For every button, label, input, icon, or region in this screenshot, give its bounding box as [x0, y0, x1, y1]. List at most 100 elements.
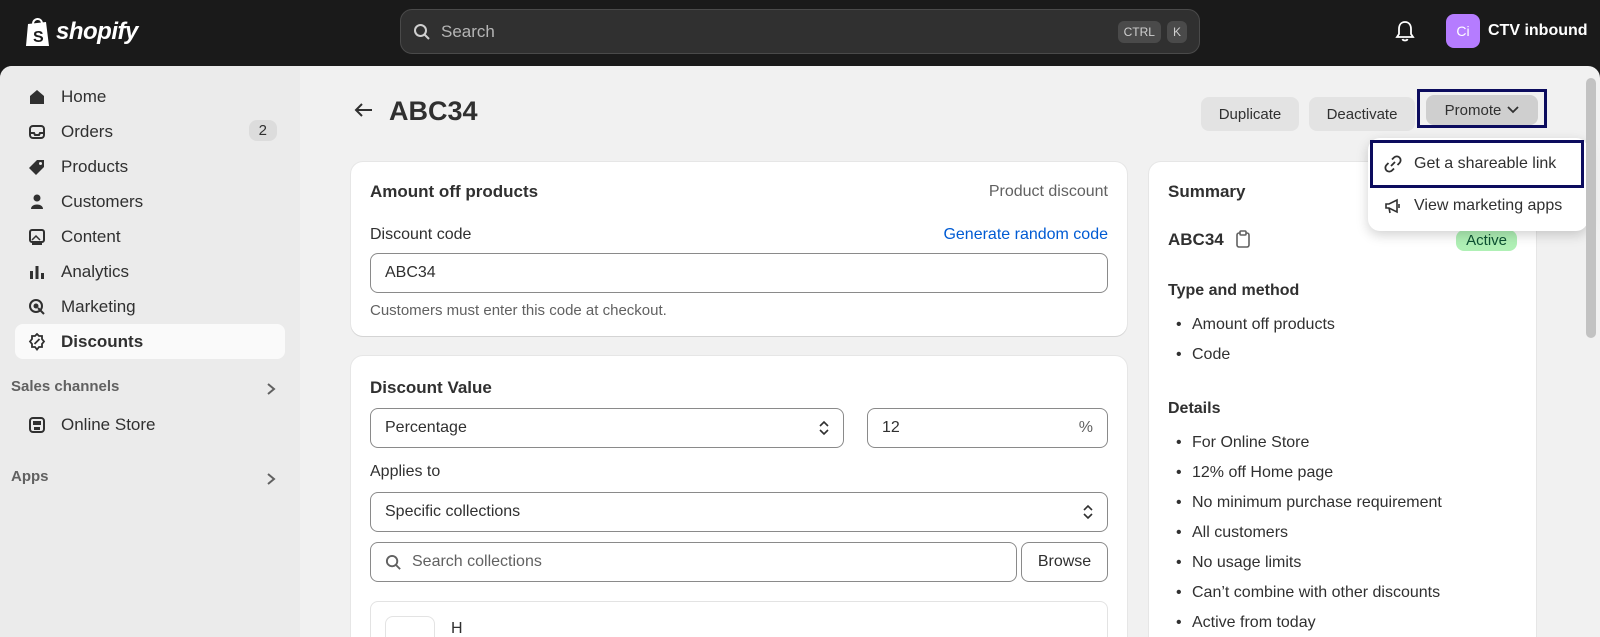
search-icon: [414, 23, 430, 40]
bell-icon: [1395, 21, 1415, 42]
sidebar-item-label: Home: [61, 86, 107, 106]
sidebar-item-discounts[interactable]: Discounts: [15, 324, 285, 359]
avatar: Ci: [1446, 14, 1480, 48]
sidebar-item-label: Analytics: [61, 261, 130, 281]
collection-list-item[interactable]: H: [370, 601, 1108, 637]
shortcut-ctrl: CTRL: [1117, 20, 1161, 43]
list-item: Code: [1168, 346, 1335, 376]
logo-wordmark: shopify: [56, 18, 138, 45]
promote-menu: Get a shareable link View marketing apps: [1368, 138, 1588, 231]
app-shell: Home Orders 2 Products Customers Content…: [0, 66, 1600, 637]
collection-thumbnail: [385, 616, 435, 637]
chevron-right-icon[interactable]: [266, 382, 276, 401]
discount-code-input[interactable]: ABC34: [370, 253, 1108, 293]
sidebar: Home Orders 2 Products Customers Content…: [0, 66, 300, 637]
orders-count-badge: 2: [248, 120, 277, 141]
browse-label: Browse: [1037, 553, 1092, 570]
select-arrows-icon: [819, 420, 829, 436]
tag-icon: [27, 157, 47, 177]
list-item: 12% off Home page: [1168, 464, 1442, 494]
sidebar-item-label: Online Store: [61, 414, 156, 434]
sidebar-item-home[interactable]: Home: [15, 79, 285, 114]
discount-icon: [27, 332, 47, 352]
search-icon: [385, 554, 401, 570]
applies-to-select[interactable]: Specific collections: [370, 492, 1108, 532]
type-and-method-list: Amount off products Code: [1168, 316, 1335, 376]
menu-item-shareable-link[interactable]: Get a shareable link: [1368, 143, 1588, 185]
summary-title: Summary: [1168, 182, 1246, 201]
link-icon: [1384, 155, 1402, 173]
status-badge: Active: [1456, 230, 1517, 251]
sidebar-item-label: Marketing: [61, 296, 136, 316]
discount-code-value: ABC34: [385, 264, 436, 281]
list-item: All customers: [1168, 524, 1442, 554]
global-search[interactable]: Search CTRL K: [400, 9, 1200, 54]
image-icon: [27, 227, 47, 247]
list-item: Amount off products: [1168, 316, 1335, 346]
apps-heading[interactable]: Apps: [11, 468, 49, 485]
inbox-icon: [27, 122, 47, 142]
deactivate-button[interactable]: Deactivate: [1309, 97, 1415, 131]
menu-item-label: View marketing apps: [1414, 197, 1563, 214]
summary-card: Summary ABC34 Active Type and method Amo…: [1149, 162, 1536, 637]
list-item: Active from today: [1168, 614, 1442, 637]
duplicate-button[interactable]: Duplicate: [1201, 97, 1299, 131]
sidebar-item-label: Content: [61, 226, 121, 246]
shopify-logo[interactable]: S shopify: [24, 16, 138, 48]
card-title: Discount Value: [370, 378, 492, 397]
select-arrows-icon: [1083, 504, 1093, 520]
sidebar-item-online-store[interactable]: Online Store: [15, 407, 285, 442]
notifications-button[interactable]: [1395, 20, 1415, 47]
target-icon: [27, 297, 47, 317]
clipboard-icon: [1236, 230, 1250, 248]
shopify-bag-icon: S: [26, 18, 49, 46]
search-collections-input[interactable]: Search collections: [370, 542, 1017, 582]
collection-name: H: [451, 620, 463, 637]
sidebar-item-orders[interactable]: Orders 2: [15, 114, 285, 149]
sidebar-item-products[interactable]: Products: [15, 149, 285, 184]
discount-code-label: Discount code: [370, 226, 472, 243]
store-menu[interactable]: Ci CTV inbound: [1446, 14, 1588, 48]
chevron-right-icon[interactable]: [266, 472, 276, 491]
svg-text:S: S: [33, 29, 44, 46]
list-item: No minimum purchase requirement: [1168, 494, 1442, 524]
copy-code-button[interactable]: [1235, 230, 1251, 254]
sidebar-item-label: Customers: [61, 191, 144, 211]
sidebar-item-marketing[interactable]: Marketing: [15, 289, 285, 324]
sales-channels-heading[interactable]: Sales channels: [11, 378, 119, 395]
menu-item-label: Get a shareable link: [1414, 155, 1557, 172]
arrow-left-icon: [354, 103, 372, 117]
chevron-down-icon: [1507, 106, 1519, 114]
sidebar-item-label: Orders: [61, 121, 113, 141]
promote-label: Promote: [1444, 101, 1502, 119]
browse-button[interactable]: Browse: [1021, 542, 1108, 582]
discount-type-select[interactable]: Percentage: [370, 408, 844, 448]
sidebar-item-customers[interactable]: Customers: [15, 184, 285, 219]
megaphone-icon: [1385, 198, 1400, 214]
top-bar: S shopify Search CTRL K Ci CTV inbound: [0, 0, 1600, 66]
page-scrollbar[interactable]: [1586, 78, 1596, 338]
sidebar-item-content[interactable]: Content: [15, 219, 285, 254]
search-collections-placeholder: Search collections: [412, 553, 542, 570]
summary-code: ABC34: [1168, 230, 1224, 249]
menu-item-marketing-apps[interactable]: View marketing apps: [1368, 185, 1588, 227]
discount-type-label: Product discount: [988, 183, 1108, 200]
details-list: For Online Store 12% off Home page No mi…: [1168, 434, 1442, 637]
store-icon: [27, 415, 47, 435]
type-and-method-heading: Type and method: [1168, 282, 1300, 299]
discount-amount-input[interactable]: 12 %: [867, 408, 1108, 448]
sidebar-item-analytics[interactable]: Analytics: [15, 254, 285, 289]
bar-chart-icon: [27, 262, 47, 282]
generate-random-code-link[interactable]: Generate random code: [943, 226, 1108, 244]
page-title: ABC34: [389, 96, 478, 126]
promote-button[interactable]: Promote: [1426, 95, 1538, 125]
sidebar-item-label: Products: [61, 156, 129, 176]
sidebar-item-label: Discounts: [61, 331, 144, 351]
list-item: For Online Store: [1168, 434, 1442, 464]
search-placeholder: Search: [441, 21, 495, 41]
list-item: No usage limits: [1168, 554, 1442, 584]
back-button[interactable]: [354, 102, 374, 123]
amount-off-card: Amount off products Product discount Dis…: [351, 162, 1127, 336]
discount-code-help: Customers must enter this code at checko…: [370, 302, 667, 319]
home-icon: [27, 87, 47, 107]
